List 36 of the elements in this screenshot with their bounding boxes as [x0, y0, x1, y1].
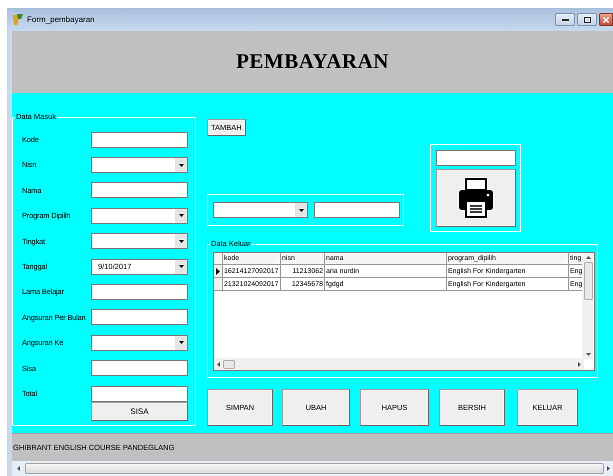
dropdown-field[interactable]: [91, 233, 188, 250]
dropdown-field[interactable]: [213, 202, 308, 218]
dropdown-field[interactable]: [91, 157, 188, 174]
vertical-scrollbar[interactable]: [582, 253, 594, 359]
scroll-left-icon: [217, 362, 220, 366]
input-field[interactable]: [91, 360, 188, 376]
input-field[interactable]: [91, 182, 188, 198]
page-title: PEMBAYARAN: [236, 48, 389, 76]
input-field[interactable]: [91, 132, 188, 148]
scroll-right-icon: [578, 362, 581, 366]
horizontal-scrollbar[interactable]: [12, 461, 613, 476]
scroll-right-icon: [607, 466, 610, 471]
scroll-thumb[interactable]: [25, 463, 604, 474]
scroll-thumb[interactable]: [223, 360, 235, 368]
printer-icon: [458, 178, 494, 218]
close-icon: [603, 16, 609, 22]
input-field[interactable]: [91, 386, 188, 402]
app-icon: [11, 13, 24, 26]
input-field[interactable]: [91, 309, 188, 326]
dropdown-field[interactable]: [91, 334, 188, 351]
input-field[interactable]: [91, 284, 188, 300]
print-button[interactable]: [436, 169, 516, 227]
scroll-up-icon: [586, 256, 590, 259]
scroll-thumb[interactable]: [584, 262, 592, 300]
dropdown-field[interactable]: [91, 208, 188, 224]
input-field[interactable]: [436, 150, 516, 166]
horizontal-scrollbar[interactable]: [214, 358, 584, 370]
window-title: Form_pembayaran: [27, 14, 95, 26]
close-button[interactable]: [599, 13, 613, 26]
row-pointer-icon[interactable]: [214, 265, 223, 277]
sisa-button[interactable]: SISA: [91, 402, 188, 421]
scroll-down-icon: [586, 353, 590, 356]
maximize-button[interactable]: [577, 13, 597, 26]
scroll-left-icon: [17, 466, 20, 471]
input-field[interactable]: [314, 202, 400, 218]
minimize-button[interactable]: [555, 13, 575, 26]
